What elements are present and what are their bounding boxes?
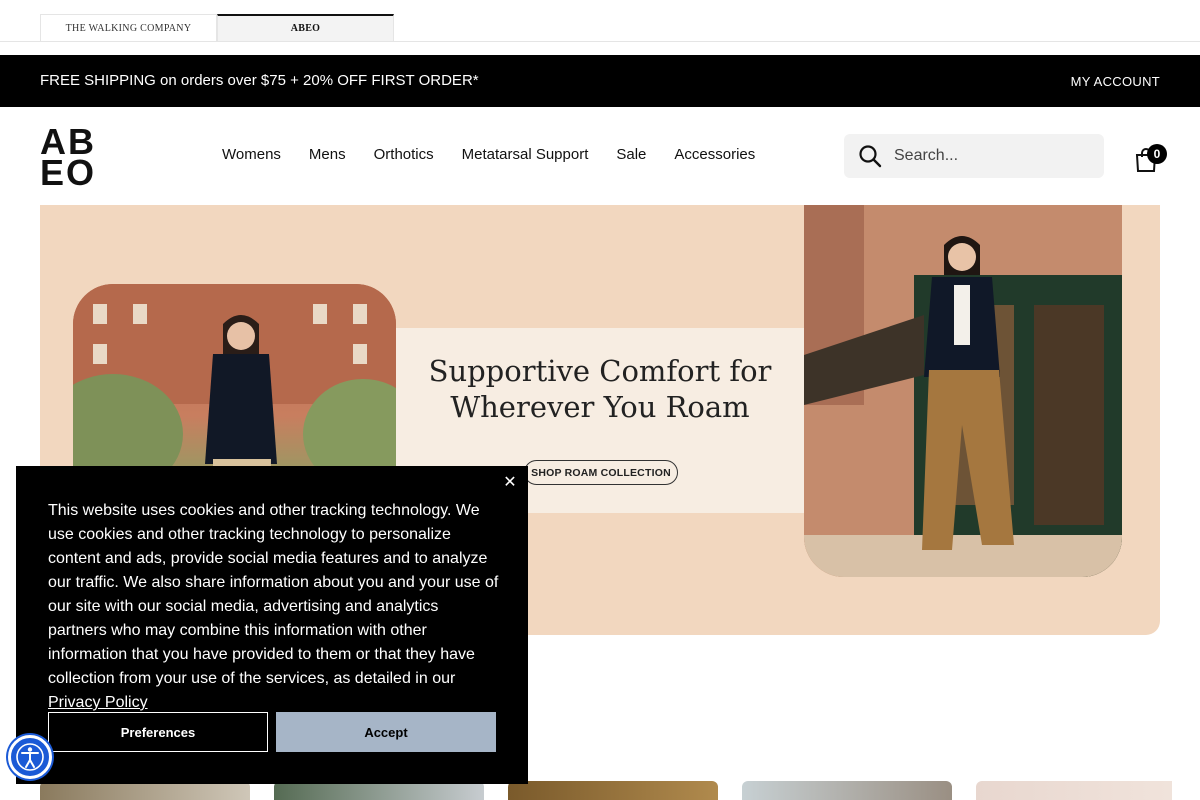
nav-item-metatarsal-support[interactable]: Metatarsal Support <box>462 146 589 163</box>
woman-at-storefront-illustration <box>804 205 1122 577</box>
main-nav: Womens Mens Orthotics Metatarsal Support… <box>222 146 755 163</box>
preferences-button[interactable]: Preferences <box>48 712 268 752</box>
brand-switcher: THE WALKING COMPANY ABEO <box>0 0 1200 42</box>
search-input[interactable] <box>894 147 1084 165</box>
nav-item-mens[interactable]: Mens <box>309 146 346 163</box>
cookie-message-text: This website uses cookies and other trac… <box>48 502 499 687</box>
logo-text-bottom: EO <box>40 152 97 193</box>
cart-button[interactable]: 0 <box>1134 143 1168 173</box>
accessibility-button[interactable] <box>8 735 52 779</box>
close-icon[interactable]: ✕ <box>501 474 519 492</box>
search-icon[interactable] <box>858 144 882 168</box>
abeo-logo[interactable]: AB EO <box>40 124 102 193</box>
shop-roam-collection-button[interactable]: SHOP ROAM COLLECTION <box>524 460 678 485</box>
privacy-policy-link[interactable]: Privacy Policy <box>48 694 148 711</box>
nav-item-womens[interactable]: Womens <box>222 146 281 163</box>
hero-title: Supportive Comfort for Wherever You Roam <box>400 353 800 425</box>
accessibility-icon <box>16 743 44 771</box>
cookie-consent-banner: ✕ This website uses cookies and other tr… <box>16 466 528 784</box>
nav-item-orthotics[interactable]: Orthotics <box>374 146 434 163</box>
search-box <box>844 134 1104 178</box>
hero-title-line-2: Wherever You Roam <box>450 390 750 424</box>
brand-tab-walking-company[interactable]: THE WALKING COMPANY <box>40 14 217 41</box>
cookie-message: This website uses cookies and other trac… <box>48 499 500 715</box>
product-card[interactable] <box>742 781 952 800</box>
nav-item-accessories[interactable]: Accessories <box>674 146 755 163</box>
product-card[interactable] <box>976 781 1172 800</box>
hero-photo-right <box>804 205 1122 577</box>
site-header: AB EO Womens Mens Orthotics Metatarsal S… <box>0 107 1200 205</box>
brand-tab-abeo[interactable]: ABEO <box>217 14 394 41</box>
nav-item-sale[interactable]: Sale <box>616 146 646 163</box>
my-account-link[interactable]: MY ACCOUNT <box>1071 74 1160 89</box>
hero-title-line-1: Supportive Comfort for <box>428 354 772 388</box>
promo-bar: FREE SHIPPING on orders over $75 + 20% O… <box>0 55 1200 107</box>
product-card[interactable] <box>508 781 718 800</box>
cart-count-badge: 0 <box>1147 144 1167 164</box>
accept-button[interactable]: Accept <box>276 712 496 752</box>
promo-text[interactable]: FREE SHIPPING on orders over $75 + 20% O… <box>40 72 479 89</box>
